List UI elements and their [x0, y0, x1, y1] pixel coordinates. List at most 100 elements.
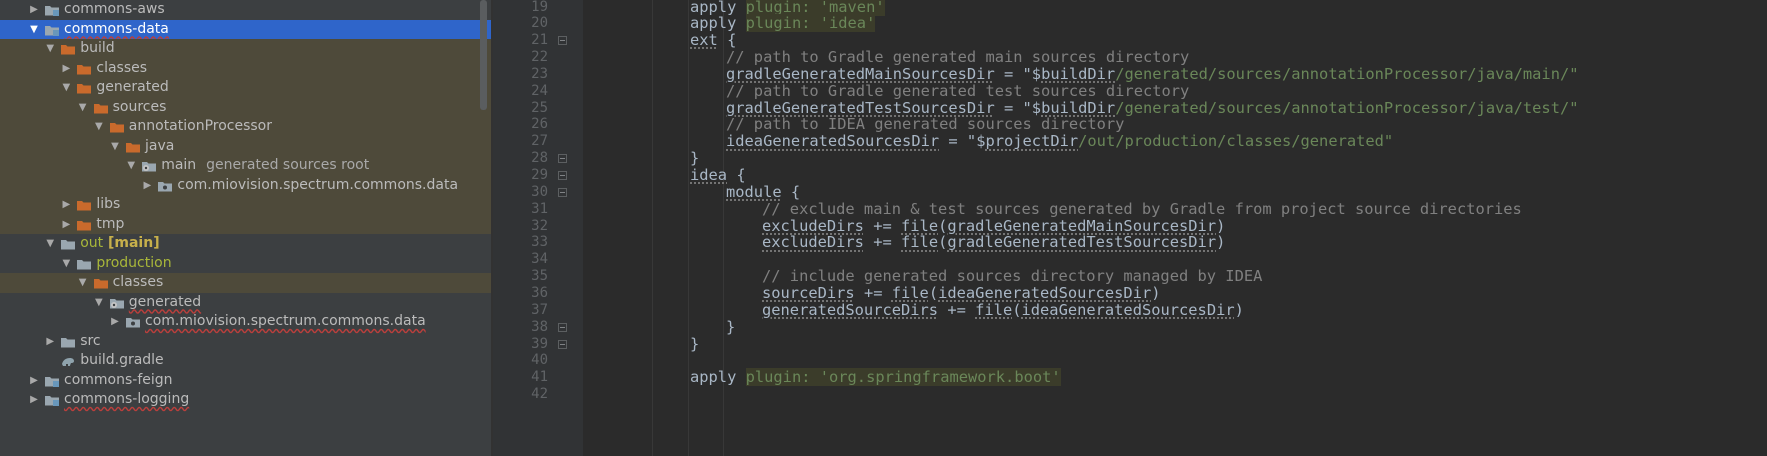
code-token: // path to IDEA generated sources direct…	[726, 115, 1125, 134]
chevron-right-icon[interactable]: ▶	[109, 312, 121, 332]
code-line[interactable]: module {	[726, 183, 800, 201]
tree-item-libs[interactable]: ▶ libs	[0, 195, 491, 215]
code-token: ideaGeneratedSourcesDir	[938, 283, 1152, 302]
code-line[interactable]: gradleGeneratedMainSourcesDir = "$buildD…	[726, 64, 1579, 83]
fold-marker-icon[interactable]	[558, 322, 567, 332]
chevron-right-icon[interactable]: ▶	[28, 0, 40, 20]
code-token: sourceDirs	[762, 283, 855, 302]
project-tree-scrollbar[interactable]	[480, 0, 487, 110]
tree-item-tmp[interactable]: ▶ tmp	[0, 214, 491, 235]
chevron-down-icon[interactable]: ▼	[125, 156, 137, 176]
code-line[interactable]: }	[690, 150, 699, 167]
tree-item-build[interactable]: ▼ build	[0, 39, 491, 59]
fold-marker-icon[interactable]	[558, 171, 567, 180]
tree-item-commons-feign[interactable]: ▶ commons-feign	[0, 371, 491, 391]
code-token: gradleGeneratedMainSourcesDir	[726, 64, 995, 83]
tree-item-generated[interactable]: ▼ generated	[0, 293, 491, 313]
tree-item-build-gradle[interactable]: build.gradle	[0, 351, 491, 371]
excluded-folder-icon	[109, 120, 125, 134]
module-folder-icon	[44, 393, 60, 407]
chevron-down-icon[interactable]: ▼	[60, 78, 72, 98]
code-line[interactable]: generatedSourceDirs += file(ideaGenerate…	[762, 301, 1244, 319]
chevron-right-icon[interactable]: ▶	[28, 371, 40, 391]
code-line[interactable]: apply plugin: 'idea'	[690, 14, 876, 33]
chevron-down-icon[interactable]: ▼	[60, 254, 72, 274]
code-line[interactable]: apply plugin: 'maven'	[690, 0, 885, 16]
line-number: 27	[531, 133, 548, 150]
tree-item-annotationprocessor[interactable]: ▼ annotationProcessor	[0, 117, 491, 137]
chevron-right-icon[interactable]: ▶	[60, 195, 72, 215]
tree-item-classes[interactable]: ▼ classes	[0, 273, 491, 293]
tree-item-commons-data[interactable]: ▼ commons-data	[0, 19, 491, 40]
code-token: {	[717, 31, 737, 50]
tree-item-out[interactable]: ▼ out [main]	[0, 234, 491, 254]
tree-item-generated[interactable]: ▼ generated	[0, 78, 491, 98]
chevron-right-icon[interactable]: ▶	[60, 59, 72, 79]
code-line[interactable]: apply plugin: 'org.springframework.boot'	[690, 368, 1061, 387]
code-token: = "$	[994, 64, 1042, 83]
tree-item-commons-aws[interactable]: ▶ commons-aws	[0, 0, 491, 20]
tree-item-hint: generated sources root	[206, 157, 370, 173]
code-line[interactable]: ideaGeneratedSourcesDir = "$projectDir/o…	[726, 133, 1393, 150]
code-line[interactable]: sourceDirs += file(ideaGeneratedSourcesD…	[762, 285, 1161, 302]
code-token: // path to Gradle generated test sources…	[726, 81, 1190, 100]
tree-item-main[interactable]: ▼ main generated sources root	[0, 156, 491, 176]
tree-item-com-miovision-spectrum-commons-data[interactable]: ▶ com.miovision.spectrum.commons.data	[0, 312, 491, 332]
code-token: buildDir	[1041, 64, 1116, 83]
code-line[interactable]: }	[690, 335, 699, 353]
tree-item-java[interactable]: ▼ java	[0, 136, 491, 157]
chevron-down-icon[interactable]: ▼	[44, 39, 56, 59]
line-number: 41	[531, 369, 548, 386]
tree-item-production[interactable]: ▼ production	[0, 254, 491, 274]
tree-item-label: commons-logging	[64, 391, 190, 407]
fold-marker-icon[interactable]	[558, 36, 567, 46]
code-line[interactable]: // path to IDEA generated sources direct…	[726, 116, 1124, 133]
chevron-down-icon[interactable]: ▼	[93, 117, 105, 137]
fold-marker-icon[interactable]	[558, 154, 567, 164]
code-line[interactable]: idea {	[690, 167, 746, 184]
code-token: )	[1216, 233, 1226, 252]
code-line[interactable]: }	[726, 317, 736, 336]
tree-item-label: commons-aws	[64, 1, 165, 17]
chevron-down-icon[interactable]: ▼	[44, 234, 56, 254]
tree-item-label: src	[80, 332, 101, 349]
code-line[interactable]: gradleGeneratedTestSourcesDir = "$buildD…	[726, 98, 1579, 117]
tree-item-com-miovision-spectrum-commons-data[interactable]: ▶ com.miovision.spectrum.commons.data	[0, 175, 491, 196]
code-token: }	[726, 317, 736, 336]
package-icon	[125, 315, 141, 329]
chevron-down-icon[interactable]: ▼	[77, 98, 89, 118]
chevron-right-icon[interactable]: ▶	[141, 176, 153, 196]
code-token: (	[938, 233, 948, 252]
tree-item-commons-logging[interactable]: ▶ commons-logging	[0, 390, 491, 410]
fold-marker-icon[interactable]	[558, 339, 567, 349]
code-line[interactable]: excludeDirs += file(gradleGeneratedMainS…	[762, 217, 1225, 235]
tree-item-label: java	[145, 137, 175, 154]
chevron-right-icon[interactable]: ▶	[44, 332, 56, 352]
chevron-right-icon[interactable]: ▶	[28, 390, 40, 410]
code-token: // path to Gradle generated main sources…	[726, 48, 1190, 67]
chevron-down-icon[interactable]: ▼	[77, 273, 89, 293]
chevron-right-icon[interactable]: ▶	[60, 215, 72, 235]
tree-item-classes[interactable]: ▶ classes	[0, 58, 491, 79]
code-line[interactable]: ext {	[690, 32, 736, 49]
excluded-folder-icon	[93, 276, 109, 290]
line-number: 24	[531, 82, 548, 99]
chevron-down-icon[interactable]: ▼	[93, 293, 105, 313]
code-line[interactable]: // exclude main & test sources generated…	[762, 200, 1522, 218]
code-token: /out/production/classes/generated"	[1078, 132, 1394, 151]
chevron-down-icon[interactable]: ▼	[109, 137, 121, 157]
code-line[interactable]: // include generated sources directory m…	[762, 268, 1262, 285]
code-line[interactable]: // path to Gradle generated test sources…	[726, 81, 1190, 100]
tree-item-label: libs	[96, 196, 121, 212]
code-token: buildDir	[1041, 98, 1116, 117]
chevron-down-icon[interactable]: ▼	[28, 20, 40, 40]
code-line[interactable]: // path to Gradle generated main sources…	[726, 49, 1189, 66]
code-line[interactable]: excludeDirs += file(gradleGeneratedTestS…	[762, 234, 1225, 251]
fold-marker-icon[interactable]	[558, 187, 567, 197]
tree-item-sources[interactable]: ▼ sources	[0, 97, 491, 118]
line-number: 39	[531, 335, 548, 352]
code-token: {	[727, 166, 746, 184]
output-folder-icon	[60, 237, 76, 251]
tree-item-src[interactable]: ▶ src	[0, 332, 491, 352]
code-editor[interactable]: apply plugin: 'maven' apply plugin: 'idea…	[583, 0, 1767, 456]
